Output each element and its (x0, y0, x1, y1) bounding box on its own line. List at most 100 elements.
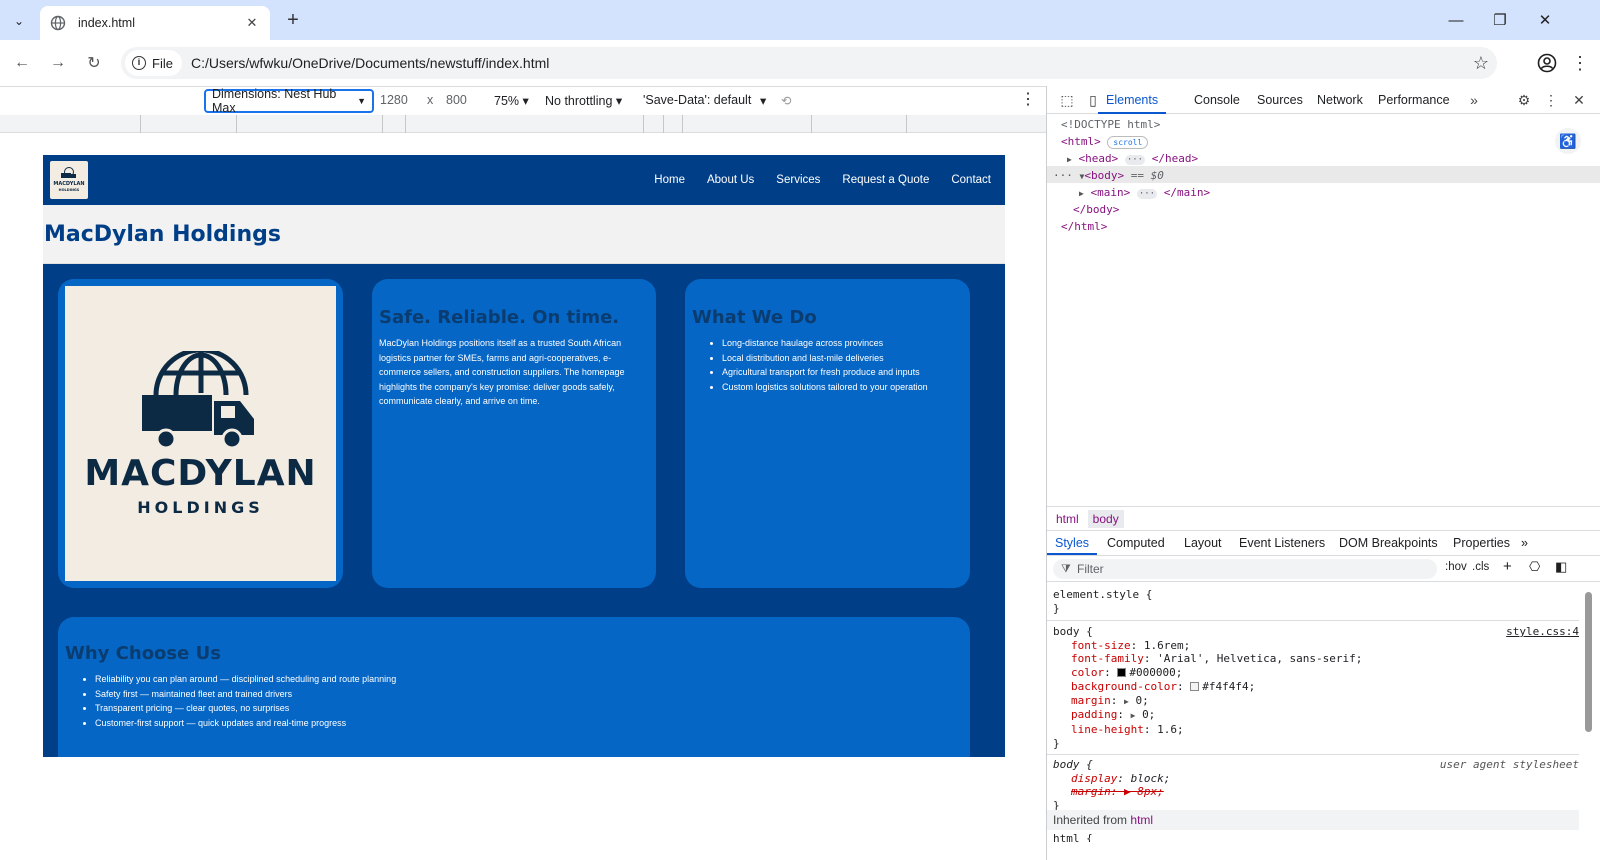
css-prop[interactable]: margin (1071, 694, 1111, 707)
nav-link-contact[interactable]: Contact (951, 174, 991, 186)
dom-main-node[interactable]: ▶ <main> ··· </main> (1079, 184, 1210, 202)
height-input[interactable]: 800 (446, 93, 467, 107)
css-prop[interactable]: display (1071, 772, 1117, 785)
window-close-icon[interactable]: ✕ (1523, 6, 1567, 34)
site-info-chip[interactable]: i File (125, 50, 182, 76)
profile-avatar-icon[interactable] (1533, 49, 1561, 77)
restore-icon[interactable]: ❐ (1478, 6, 1522, 34)
throttling-select[interactable]: No throttling ▾ (545, 93, 622, 108)
css-prop[interactable]: color (1071, 666, 1104, 679)
add-rule-icon[interactable]: + (1503, 558, 1512, 575)
cls-toggle[interactable]: .cls (1472, 561, 1489, 573)
scroll-badge[interactable]: scroll (1107, 136, 1149, 149)
dom-html-node[interactable]: <html> scroll (1061, 133, 1149, 150)
styles-filter-input[interactable]: ⧩ Filter (1053, 559, 1437, 579)
save-data-select[interactable]: 'Save-Data': default (643, 93, 751, 107)
reload-icon[interactable]: ↻ (80, 49, 108, 77)
tab-network[interactable]: Network (1317, 86, 1363, 114)
media-query-ruler[interactable] (0, 115, 1046, 133)
bookmark-star-icon[interactable]: ☆ (1465, 50, 1497, 76)
dom-head-node[interactable]: ▶ <head> ··· </head> (1067, 150, 1198, 168)
tab-dom-breakpoints[interactable]: DOM Breakpoints (1339, 531, 1438, 555)
browser-tab[interactable]: index.html ✕ (40, 6, 270, 40)
css-prop[interactable]: background-color (1071, 680, 1177, 693)
css-value[interactable]: #000000; (1129, 666, 1182, 679)
more-tabs-icon[interactable]: » (1464, 90, 1484, 110)
tab-console[interactable]: Console (1194, 86, 1240, 114)
save-data-chevron-icon[interactable]: ▾ (760, 93, 766, 108)
nav-link-services[interactable]: Services (776, 174, 820, 186)
devtools-menu-icon[interactable]: ⋮ (1541, 90, 1561, 110)
nav-link-request-quote[interactable]: Request a Quote (842, 174, 929, 186)
expand-arrow-icon[interactable]: ▶ (1067, 155, 1072, 164)
accessibility-icon[interactable]: ♿ (1555, 128, 1581, 154)
more-subtabs-icon[interactable]: » (1521, 531, 1528, 555)
css-prop[interactable]: line-height (1071, 723, 1144, 736)
url-text[interactable]: C:/Users/wfwku/OneDrive/Documents/newstu… (191, 55, 549, 71)
tab-event-listeners[interactable]: Event Listeners (1239, 531, 1325, 555)
css-value[interactable]: block; (1131, 772, 1171, 785)
tab-sources[interactable]: Sources (1257, 86, 1303, 114)
zoom-select[interactable]: 75% ▾ (494, 93, 529, 108)
styles-scrollbar[interactable] (1583, 582, 1593, 860)
tab-elements[interactable]: Elements (1098, 86, 1167, 114)
css-value[interactable]: 1.6; (1157, 723, 1184, 736)
logo-image-card: MACDYLAN HOLDINGS (58, 279, 343, 588)
expand-arrow-icon[interactable]: ▶ (1124, 697, 1129, 706)
css-value[interactable]: 0; (1142, 708, 1155, 721)
minimize-icon[interactable]: — (1434, 6, 1478, 34)
expand-arrow-icon[interactable]: ▶ (1079, 189, 1084, 198)
scrollbar-thumb[interactable] (1585, 592, 1592, 732)
tab-layout[interactable]: Layout (1184, 531, 1222, 555)
tab-performance[interactable]: Performance (1378, 86, 1450, 114)
rule-element-style[interactable]: element.style { } (1047, 588, 1579, 615)
tab-close-icon[interactable]: ✕ (244, 15, 260, 31)
color-swatch[interactable] (1117, 668, 1127, 678)
css-value-overridden[interactable]: 8px; (1137, 785, 1164, 798)
ellipsis-icon[interactable]: ··· (1136, 189, 1158, 199)
hov-toggle[interactable]: :hov (1445, 561, 1467, 573)
css-prop-overridden[interactable]: margin (1071, 785, 1111, 798)
css-prop[interactable]: font-family (1071, 652, 1144, 665)
css-value[interactable]: 1.6rem; (1144, 639, 1190, 652)
breadcrumb-body[interactable]: body (1087, 509, 1124, 528)
new-tab-button[interactable]: + (280, 8, 306, 34)
nav-link-about-us[interactable]: About Us (707, 174, 754, 186)
site-logo[interactable]: MACDYLAN HOLDINGS (50, 161, 88, 199)
css-prop[interactable]: font-size (1071, 639, 1131, 652)
css-value[interactable]: #f4f4f4; (1202, 680, 1255, 693)
rotate-icon[interactable]: ⟲ (781, 93, 791, 108)
width-input[interactable]: 1280 (380, 93, 408, 107)
ellipsis-icon[interactable]: ··· (1124, 155, 1146, 165)
breadcrumb: html body (1047, 506, 1600, 530)
forward-arrow-icon[interactable]: → (44, 49, 72, 77)
tab-properties[interactable]: Properties (1453, 531, 1510, 555)
rule-body-stylesheet[interactable]: body {style.css:4 font-size: 1.6rem; fon… (1047, 625, 1579, 750)
rule-source-link[interactable]: style.css:4 (1506, 625, 1579, 639)
dimensions-select[interactable]: Dimensions: Nest Hub Max ▼ (204, 87, 374, 115)
tab-search-chevron-icon[interactable]: ⌄ (6, 8, 32, 34)
toggle-sidebar-icon[interactable]: ◧ (1555, 559, 1567, 575)
breadcrumb-html[interactable]: html (1051, 510, 1084, 528)
color-swatch[interactable] (1190, 681, 1200, 691)
address-bar[interactable]: i File C:/Users/wfwku/OneDrive/Documents… (121, 47, 1497, 79)
dom-body-node[interactable]: ··· ▼<body> == $0 (1053, 167, 1164, 185)
browser-menu-icon[interactable]: ⋮ (1568, 49, 1592, 77)
css-value[interactable]: 'Arial', Helvetica, sans-serif; (1157, 652, 1362, 665)
expand-arrow-icon[interactable]: ▶ (1131, 711, 1136, 720)
dom-body-close: </body> (1073, 203, 1120, 216)
device-menu-icon[interactable]: ⋮ (1020, 89, 1036, 109)
tab-computed[interactable]: Computed (1107, 531, 1165, 555)
css-value[interactable]: 0; (1135, 694, 1148, 707)
paint-roller-icon[interactable]: ⎔ (1529, 559, 1540, 575)
tab-styles[interactable]: Styles (1047, 531, 1098, 555)
settings-gear-icon[interactable]: ⚙ (1514, 90, 1534, 110)
rule-body-user-agent[interactable]: body {user agent stylesheet display: blo… (1047, 758, 1579, 813)
back-arrow-icon[interactable]: ← (8, 49, 36, 77)
inherited-tag[interactable]: html (1130, 813, 1153, 827)
inspect-element-icon[interactable]: ⬚ (1057, 90, 1077, 110)
chevron-down-icon: ▼ (357, 96, 366, 106)
nav-link-home[interactable]: Home (654, 174, 685, 186)
css-prop[interactable]: padding (1071, 708, 1117, 721)
close-devtools-icon[interactable]: ✕ (1569, 90, 1589, 110)
